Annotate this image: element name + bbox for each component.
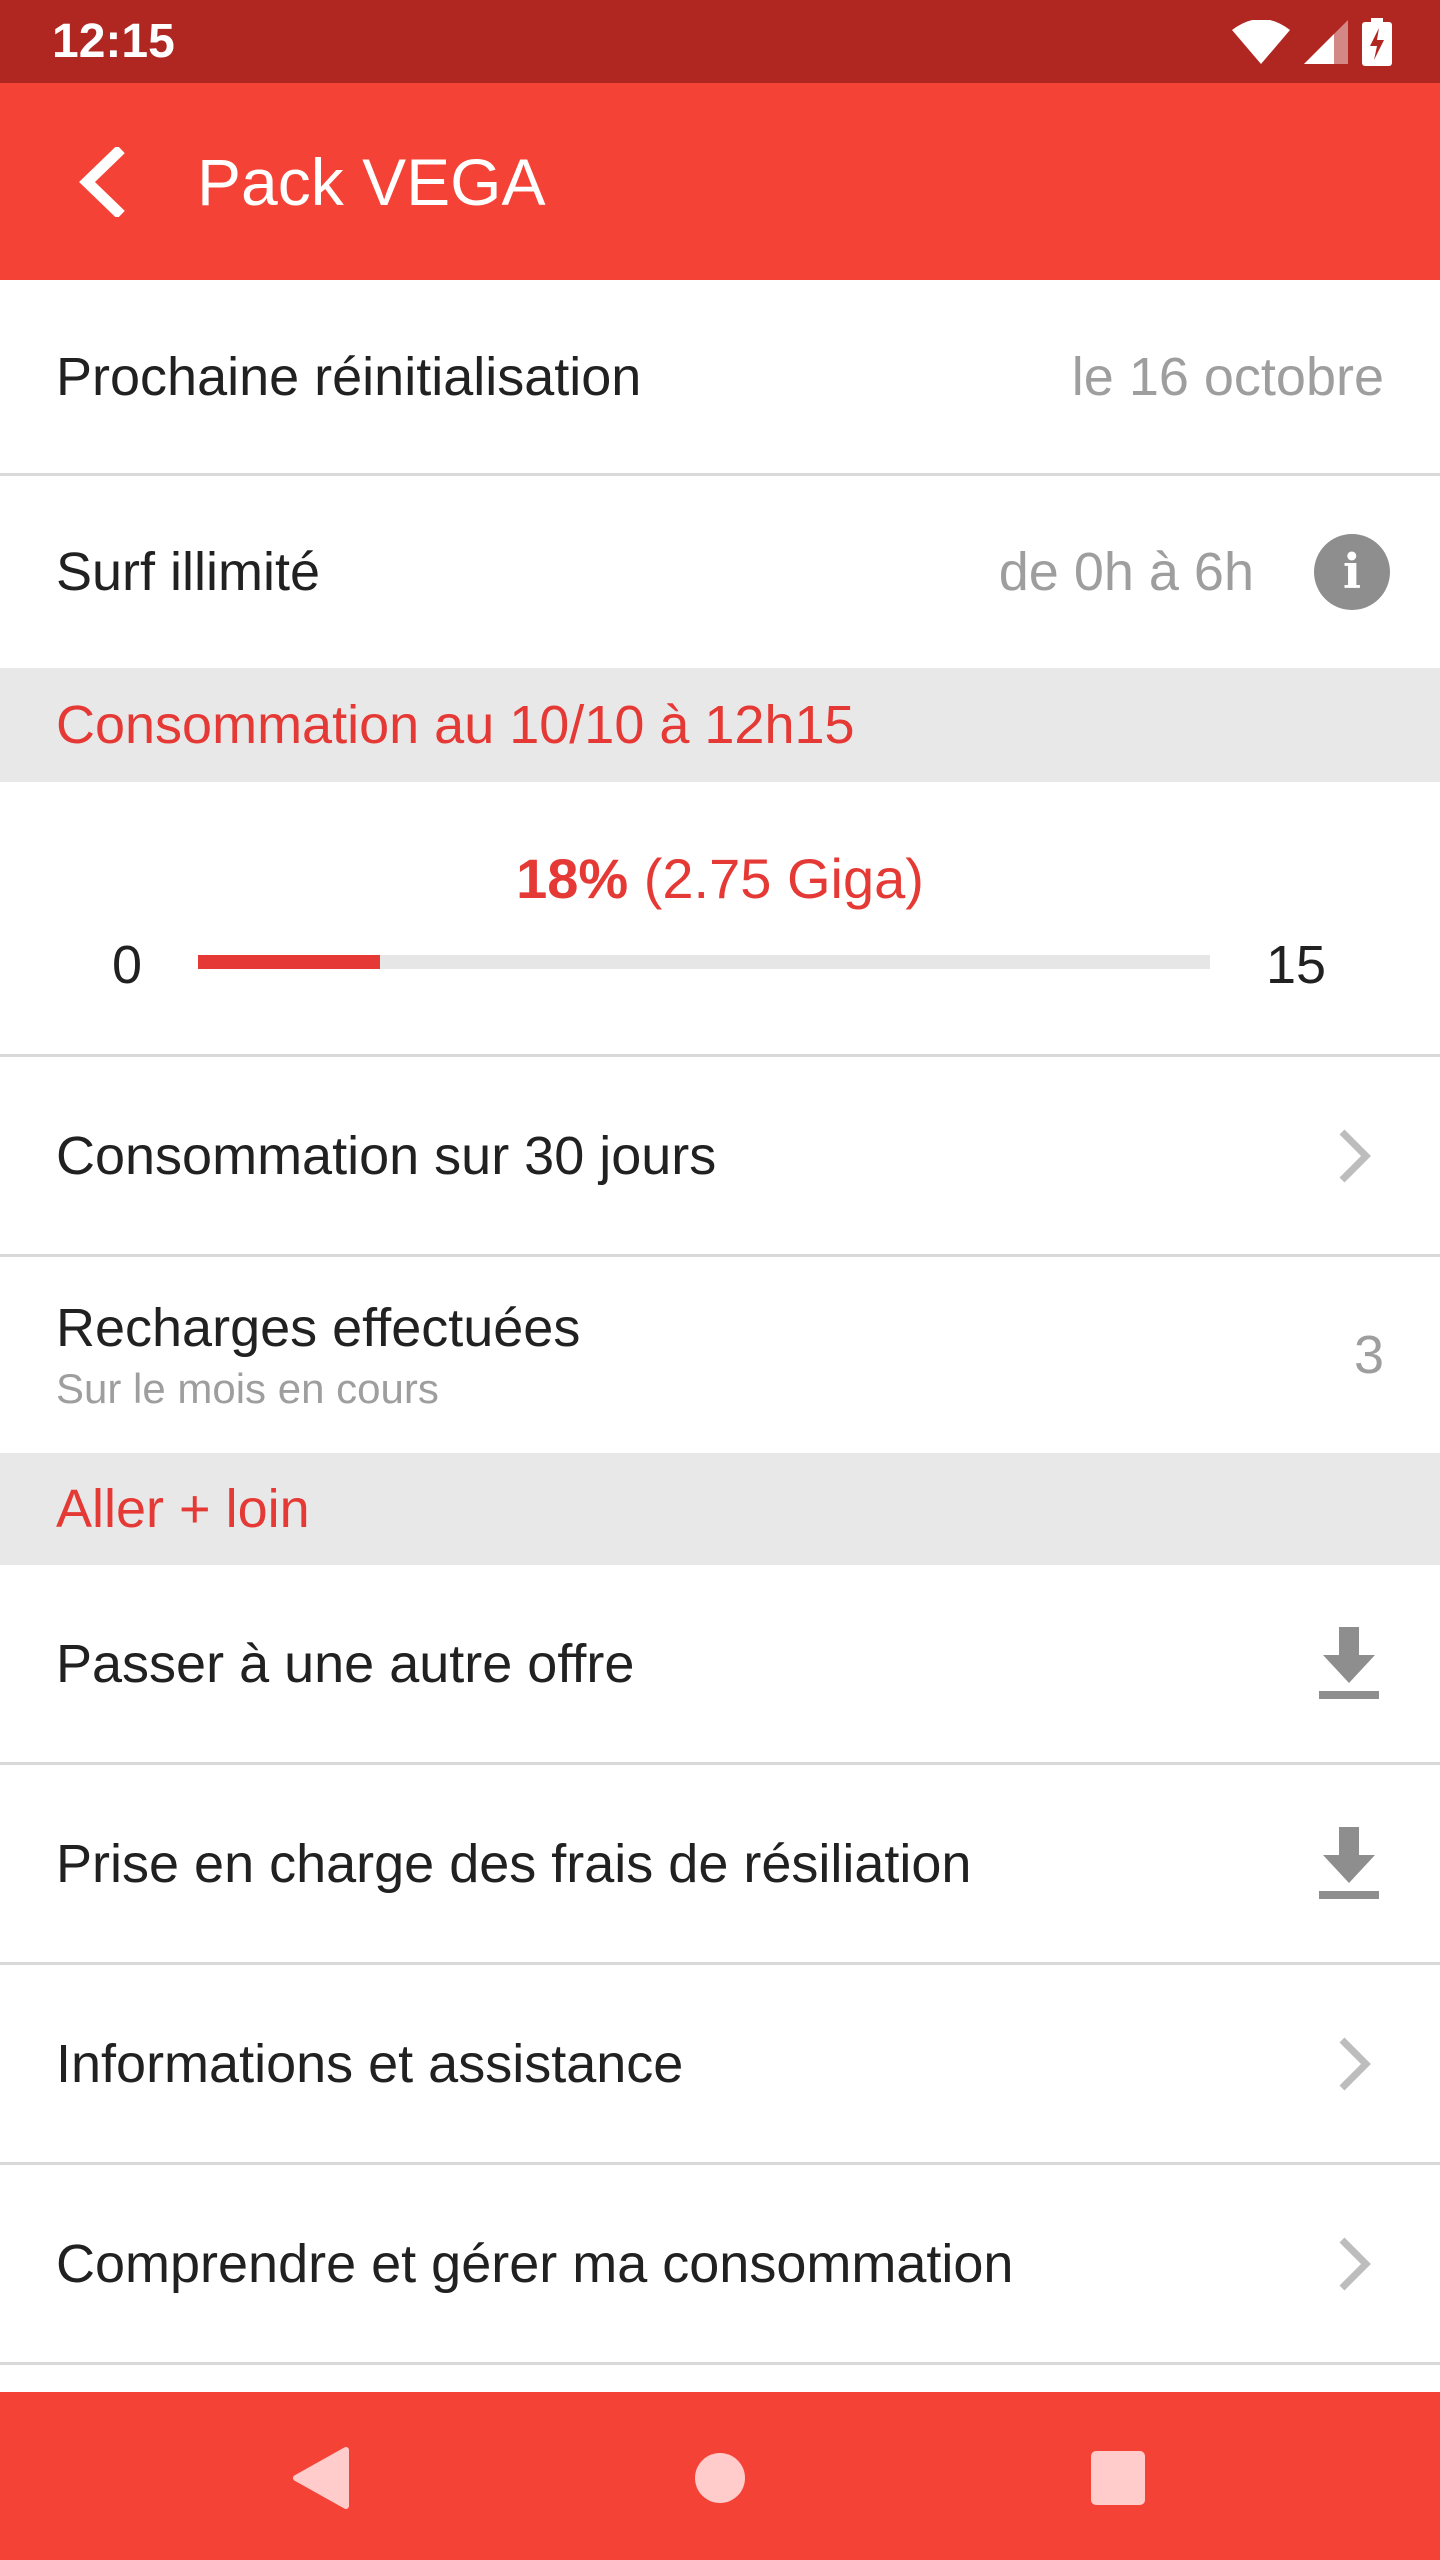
- nav-home-button[interactable]: [680, 2438, 760, 2518]
- menu-item-termination-fees[interactable]: Prise en charge des frais de résiliation: [0, 1765, 1440, 1965]
- menu-item-label: Informations et assistance: [56, 2033, 684, 2094]
- menu-item-change-offer[interactable]: Passer à une autre offre: [0, 1565, 1440, 1765]
- recharges-row: Recharges effectuées Sur le mois en cour…: [0, 1257, 1440, 1453]
- consumption-30-days-row[interactable]: Consommation sur 30 jours: [0, 1057, 1440, 1257]
- download-icon: [1314, 1824, 1384, 1904]
- menu-item-label: Prise en charge des frais de résiliation: [56, 1833, 972, 1894]
- battery-charging-icon: [1362, 18, 1392, 66]
- menu-item-understand-consumption[interactable]: Comprendre et gérer ma consommation: [0, 2165, 1440, 2365]
- nav-back-icon: [293, 2447, 349, 2509]
- chevron-right-icon: [1324, 2234, 1384, 2294]
- unlimited-surf-value: de 0h à 6h: [998, 542, 1254, 602]
- status-icons: [1232, 18, 1392, 66]
- page-title: Pack VEGA: [197, 145, 546, 219]
- recharges-sublabel: Sur le mois en cours: [56, 1365, 439, 1412]
- unlimited-surf-label: Surf illimité: [56, 542, 321, 602]
- reset-value: le 16 octobre: [1071, 346, 1384, 407]
- consumption-section-header: Consommation au 10/10 à 12h15: [0, 668, 1440, 782]
- status-time: 12:15: [52, 15, 175, 68]
- menu-item-label: Comprendre et gérer ma consommation: [56, 2233, 1014, 2294]
- usage-progress-fill: [198, 955, 381, 969]
- system-nav-bar: [0, 2392, 1440, 2560]
- nav-recents-icon: [1091, 2451, 1145, 2505]
- more-section-header: Aller + loin: [0, 1453, 1440, 1565]
- back-button[interactable]: [56, 137, 146, 227]
- cell-signal-icon: [1304, 20, 1348, 64]
- reset-row: Prochaine réinitialisation le 16 octobre: [0, 280, 1440, 476]
- recharges-text: Recharges effectuées Sur le mois en cour…: [56, 1297, 1354, 1413]
- usage-min: 0: [112, 935, 143, 995]
- usage-block: [0, 782, 1440, 1057]
- arrow-back-icon: [79, 147, 125, 217]
- menu-item-label: Passer à une autre offre: [56, 1633, 635, 1694]
- app-bar: Pack VEGA: [0, 83, 1440, 280]
- download-icon: [1314, 1624, 1384, 1704]
- status-bar: 12:15: [0, 0, 1440, 83]
- consumption-30-days-label: Consommation sur 30 jours: [56, 1125, 717, 1186]
- nav-recents-button[interactable]: [1078, 2438, 1158, 2518]
- usage-progress-bar: [198, 955, 1210, 969]
- more-header-label: Aller + loin: [56, 1479, 310, 1539]
- recharges-value: 3: [1353, 1325, 1384, 1385]
- nav-home-icon: [695, 2453, 745, 2503]
- usage-max: 15: [1266, 935, 1327, 995]
- menu-item-information-assistance[interactable]: Informations et assistance: [0, 1965, 1440, 2165]
- consumption-header-label: Consommation au 10/10 à 12h15: [56, 695, 855, 755]
- usage-amount: (2.75 Giga): [643, 847, 924, 910]
- unlimited-surf-row: Surf illimité de 0h à 6h i: [0, 476, 1440, 668]
- info-icon[interactable]: i: [1314, 534, 1390, 610]
- chevron-right-icon: [1324, 1126, 1384, 1186]
- nav-back-button[interactable]: [280, 2438, 360, 2518]
- recharges-label: Recharges effectuées: [56, 1298, 581, 1358]
- usage-text: 18% (2.75 Giga): [0, 846, 1440, 911]
- reset-label: Prochaine réinitialisation: [56, 346, 642, 407]
- chevron-right-icon: [1324, 2034, 1384, 2094]
- wifi-icon: [1232, 20, 1290, 64]
- usage-percent: 18%: [516, 847, 629, 910]
